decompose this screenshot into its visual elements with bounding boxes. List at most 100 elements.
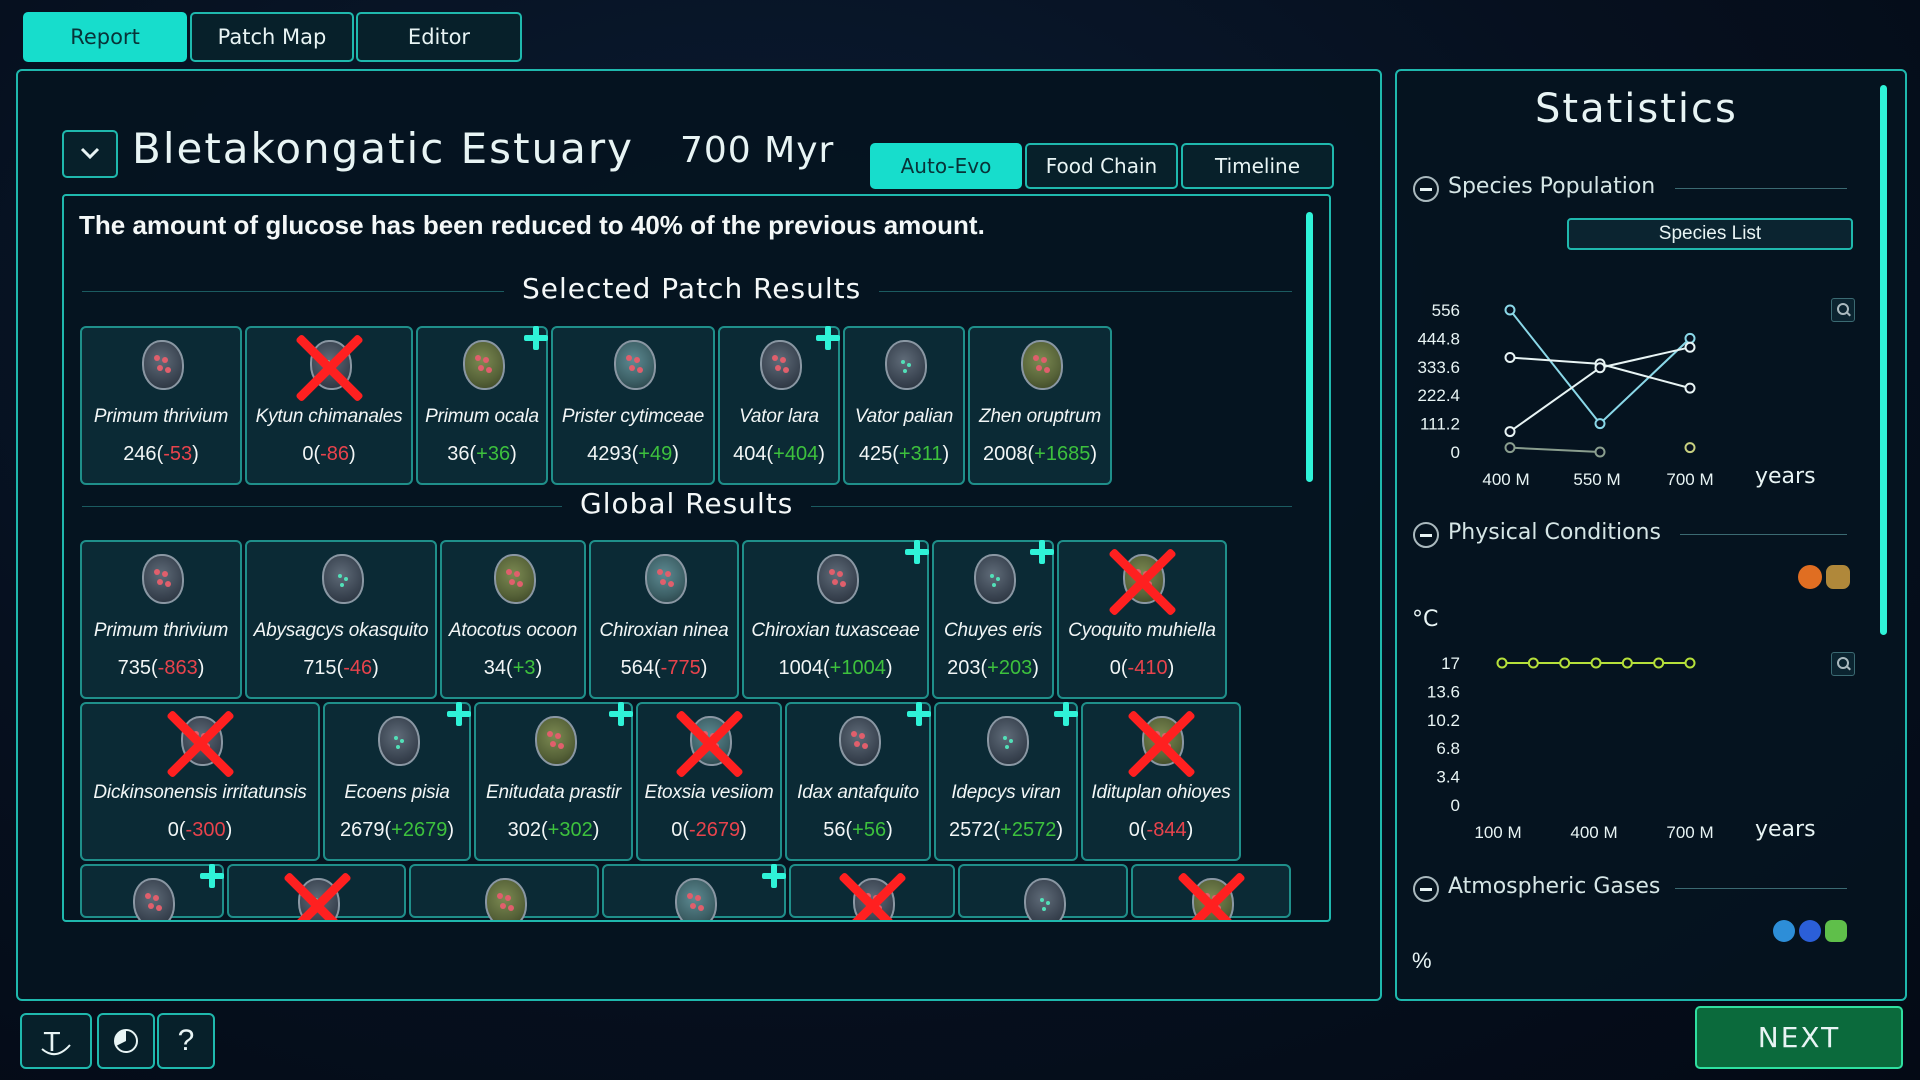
species-icon (494, 554, 536, 604)
x-tick-label: 400 M (1570, 823, 1617, 842)
species-card[interactable]: Vator lara 404(+404) (718, 326, 840, 485)
tab-editor[interactable]: Editor (356, 12, 522, 62)
help-button[interactable]: ? (157, 1013, 215, 1069)
data-point (1590, 657, 1602, 669)
y-tick-label: 556 (1432, 301, 1460, 320)
species-card[interactable] (1131, 864, 1291, 920)
temperature-icon[interactable] (1798, 565, 1822, 589)
species-icon (322, 554, 364, 604)
species-name: Primum ocala (425, 406, 539, 427)
species-card[interactable] (789, 864, 955, 920)
species-population: 425(+311) (858, 443, 950, 465)
species-card[interactable] (80, 864, 224, 920)
species-card[interactable]: Vator palian 425(+311) (843, 326, 965, 485)
species-icon (534, 716, 577, 766)
population-change: -2679 (688, 819, 741, 841)
species-card[interactable]: Idepcys viran 2572(+2572) (934, 702, 1078, 861)
species-card[interactable]: Atocotus ocoon 34(+3) (440, 540, 586, 699)
y-tick-label: 17 (1441, 654, 1460, 673)
statistics-scrollbar[interactable] (1880, 85, 1887, 635)
species-card[interactable] (409, 864, 599, 920)
population-change: +203 (987, 657, 1033, 679)
sunlight-icon[interactable] (1826, 565, 1850, 589)
data-point (1504, 352, 1516, 364)
data-point (1594, 362, 1606, 374)
physical-conditions-title: Physical Conditions (1448, 520, 1661, 545)
tab-auto-evo[interactable]: Auto-Evo (870, 143, 1022, 189)
event-message: The amount of glucose has been reduced t… (79, 210, 985, 240)
new-species-icon (445, 700, 473, 728)
species-population: 0(-86) (302, 443, 356, 465)
species-card[interactable]: Cyoquito muhiella 0(-410) (1057, 540, 1227, 699)
new-species-icon (607, 700, 635, 728)
species-population: 34(+3) (483, 657, 543, 679)
species-card[interactable]: Primum thrivium 735(-863) (80, 540, 242, 699)
species-icon (1021, 340, 1063, 390)
extinct-icon (1172, 866, 1250, 920)
population-change: -410 (1127, 657, 1168, 679)
species-name: Dickinsonensis irritatunsis (93, 782, 307, 803)
tab-food-chain[interactable]: Food Chain (1025, 143, 1178, 189)
population-change: +2572 (1000, 819, 1057, 841)
zoom-icon[interactable] (1831, 298, 1855, 322)
data-point (1653, 657, 1665, 669)
data-point (1621, 657, 1633, 669)
species-icon (142, 340, 184, 390)
collapse-icon[interactable] (1413, 876, 1439, 902)
species-card[interactable]: Chuyes eris 203(+203) (932, 540, 1054, 699)
new-species-icon (903, 538, 931, 566)
collapse-icon[interactable] (1413, 176, 1439, 202)
species-card[interactable]: Etoxsia vesiiom 0(-2679) (636, 702, 782, 861)
zoom-icon[interactable] (1831, 652, 1855, 676)
species-population: 4293(+49) (587, 443, 679, 465)
species-card[interactable]: Kytun chimanales 0(-86) (245, 326, 413, 485)
species-card[interactable]: Chiroxian tuxasceae 1004(+1004) (742, 540, 929, 699)
tab-patch-map[interactable]: Patch Map (190, 12, 354, 62)
species-card[interactable]: Primum ocala 36(+36) (416, 326, 548, 485)
compound-balance-button[interactable] (97, 1013, 155, 1069)
oxygen-icon[interactable] (1773, 920, 1795, 942)
extinct-icon (278, 866, 356, 920)
results-scrollbar[interactable] (1306, 212, 1313, 482)
species-card[interactable]: Dickinsonensis irritatunsis 0(-300) (80, 702, 320, 861)
population-value: 2572 (948, 819, 994, 841)
y-axis-label: °C (1412, 607, 1438, 632)
population-value: 34 (483, 657, 507, 679)
species-card[interactable] (958, 864, 1128, 920)
y-tick-label: 10.2 (1427, 711, 1460, 730)
extinct-icon (1103, 542, 1181, 620)
species-card[interactable] (602, 864, 786, 920)
species-population: 203(+203) (947, 657, 1039, 679)
x-tick-label: 100 M (1474, 823, 1521, 842)
population-change: -86 (320, 443, 350, 465)
species-card[interactable]: Prister cytimceae 4293(+49) (551, 326, 715, 485)
species-population: 0(-844) (1128, 819, 1194, 841)
species-list-button[interactable]: Species List (1567, 218, 1853, 250)
population-change: +36 (476, 443, 511, 465)
species-card[interactable]: Chiroxian ninea 564(-775) (589, 540, 739, 699)
species-card[interactable]: Enitudata prastir 302(+302) (474, 702, 633, 861)
tab-report[interactable]: Report (23, 12, 187, 62)
carbon-dioxide-icon[interactable] (1799, 920, 1821, 942)
collapse-icon[interactable] (1413, 522, 1439, 548)
species-card[interactable]: Idax antafquito 56(+56) (785, 702, 931, 861)
nitrogen-icon[interactable] (1825, 920, 1847, 942)
species-card[interactable]: Abysagcys okasquito 715(-46) (245, 540, 437, 699)
next-button[interactable]: NEXT (1695, 1006, 1903, 1069)
y-tick-label: 0 (1451, 443, 1460, 462)
species-card[interactable] (227, 864, 406, 920)
population-value: 0 (671, 819, 683, 841)
species-card[interactable]: Primum thrivium 246(-53) (80, 326, 242, 485)
data-point (1684, 442, 1696, 454)
species-name: Ecoens pisia (344, 782, 450, 803)
patch-dropdown-button[interactable] (62, 130, 118, 178)
species-icon (839, 716, 881, 766)
species-population: 564(-775) (620, 657, 708, 679)
time-indicator-button[interactable]: T (20, 1013, 92, 1069)
extinct-icon (670, 704, 748, 782)
species-card[interactable]: Ecoens pisia 2679(+2679) (323, 702, 471, 861)
x-tick-label: 550 M (1573, 470, 1620, 489)
species-card[interactable]: Idituplan ohioyes 0(-844) (1081, 702, 1241, 861)
tab-timeline[interactable]: Timeline (1181, 143, 1334, 189)
species-card[interactable]: Zhen oruptrum 2008(+1685) (968, 326, 1112, 485)
